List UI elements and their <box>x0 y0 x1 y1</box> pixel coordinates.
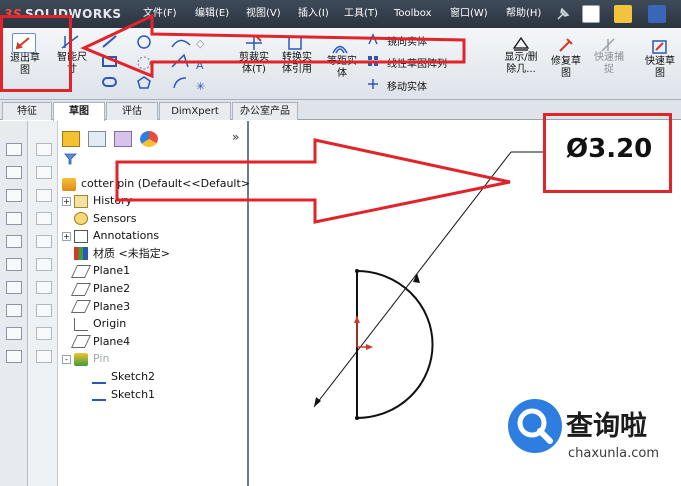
watermark-url: chaxunla.com <box>568 446 659 461</box>
watermark-title: 查询啦 <box>566 411 647 442</box>
watermark-logo-icon <box>508 399 562 453</box>
solidworks-window: 3S SOLIDWORKS 文件(F) 编辑(E) 视图(V) 插入(I) 工具(… <box>0 0 681 486</box>
watermark-logo-glyph <box>517 408 553 444</box>
annotation-arrow-middle <box>115 138 511 224</box>
diameter-dimension[interactable]: Ø3.20 <box>566 134 652 164</box>
highlight-exit-sketch <box>0 15 72 92</box>
annotation-arrow-top <box>80 13 466 79</box>
